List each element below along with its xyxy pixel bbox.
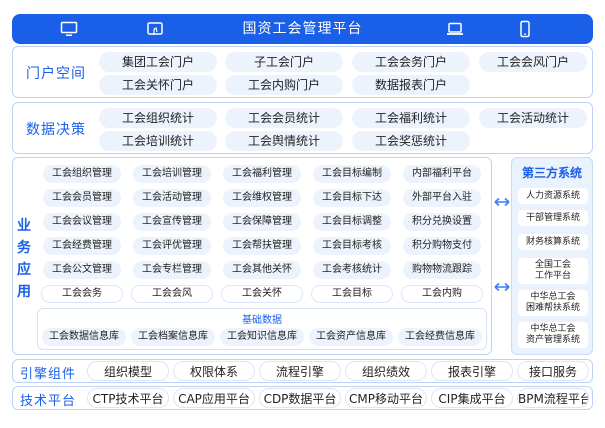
biz-publicity-mgmt[interactable]: 工会宣传管理 <box>133 213 211 231</box>
engine-label: 引擎组件 <box>20 367 77 382</box>
double-arrow-icon <box>494 197 510 207</box>
engine-api[interactable]: 接口服务 <box>517 361 589 381</box>
business-label-1: 业 <box>17 218 31 234</box>
decision-item-training[interactable]: 工会培训统计 <box>99 131 217 151</box>
decision-item-member[interactable]: 工会会员统计 <box>225 108 343 128</box>
portal-item-group[interactable]: 集团工会门户 <box>99 52 217 72</box>
laptop-icon <box>447 22 463 35</box>
third-party-title: 第三方系统 <box>521 166 582 180</box>
tech-label: 技术平台 <box>20 394 77 409</box>
page-title: 国资工会管理平台 <box>242 21 363 37</box>
biz-security-mgmt[interactable]: 工会保障管理 <box>223 213 301 231</box>
biz-goal-issue[interactable]: 工会目标下达 <box>313 189 391 207</box>
base-data-box: 基础数据 工会数据信息库 工会档案信息库 工会知识信息库 工会资产信息库 工会经… <box>37 308 487 350</box>
business-label-2: 务 <box>17 240 31 256</box>
third-hardship-aid[interactable]: 中华总工会 困难帮扶系统 <box>518 290 588 316</box>
portal-item-purchase[interactable]: 工会内购门户 <box>225 75 343 95</box>
biz-document-mgmt[interactable]: 工会公文管理 <box>43 261 121 279</box>
business-label-3: 应 <box>17 262 31 278</box>
tech-panel: 技术平台 CTP技术平台 CAP应用平台 CDP数据平台 CMP移动平台 CIP… <box>12 386 593 410</box>
portal-item-sub[interactable]: 子工会门户 <box>225 52 343 72</box>
tech-cap[interactable]: CAP应用平台 <box>173 388 255 408</box>
portal-item-report[interactable]: 数据报表门户 <box>352 75 470 95</box>
engine-report[interactable]: 报表引擎 <box>431 361 513 381</box>
tech-bpm[interactable]: BPM流程平台 <box>517 388 589 408</box>
third-national-union[interactable]: 全国工会 工作平台 <box>518 258 588 284</box>
biz-evaluation-mgmt[interactable]: 工会评优管理 <box>133 237 211 255</box>
biz-org-mgmt[interactable]: 工会组织管理 <box>43 165 121 183</box>
double-arrow-icon <box>494 282 510 292</box>
group-affairs[interactable]: 工会会务 <box>41 285 123 303</box>
third-asset-mgmt[interactable]: 中华总工会 资产管理系统 <box>518 322 588 348</box>
biz-goal-plan[interactable]: 工会目标编制 <box>313 165 391 183</box>
group-style[interactable]: 工会会风 <box>131 285 213 303</box>
engine-panel: 引擎组件 组织模型 权限体系 流程引擎 组织绩效 报表引擎 接口服务 <box>12 359 593 383</box>
portal-label: 门户空间 <box>26 66 86 82</box>
decision-item-org[interactable]: 工会组织统计 <box>99 108 217 128</box>
engine-permission[interactable]: 权限体系 <box>173 361 255 381</box>
decision-label: 数据决策 <box>26 122 86 138</box>
base-knowledge-info[interactable]: 工会知识信息库 <box>220 328 304 346</box>
biz-points-payment[interactable]: 积分购物支付 <box>403 237 481 255</box>
biz-points-setting[interactable]: 积分兑换设置 <box>403 213 481 231</box>
decision-item-activity[interactable]: 工会活动统计 <box>479 108 587 128</box>
third-finance-system[interactable]: 财务核算系统 <box>518 234 588 250</box>
group-goal[interactable]: 工会目标 <box>311 285 393 303</box>
business-label-4: 用 <box>17 284 31 300</box>
business-panel: 业 务 应 用 工会组织管理 工会培训管理 工会福利管理 工会目标编制 内部福利… <box>12 157 492 355</box>
third-hr-system[interactable]: 人力资源系统 <box>518 188 588 204</box>
biz-goal-adjust[interactable]: 工会目标调整 <box>313 213 391 231</box>
engine-workflow[interactable]: 流程引擎 <box>259 361 341 381</box>
engine-org-model[interactable]: 组织模型 <box>87 361 169 381</box>
biz-member-mgmt[interactable]: 工会会员管理 <box>43 189 121 207</box>
group-care[interactable]: 工会关怀 <box>221 285 303 303</box>
biz-fund-mgmt[interactable]: 工会经费管理 <box>43 237 121 255</box>
tech-cip[interactable]: CIP集成平台 <box>431 388 513 408</box>
base-data-title: 基础数据 <box>242 315 282 326</box>
decision-panel: 数据决策 工会组织统计 工会会员统计 工会福利统计 工会活动统计 工会培训统计 … <box>12 102 593 154</box>
biz-logistics-track[interactable]: 购物物流跟踪 <box>403 261 481 279</box>
biz-aid-mgmt[interactable]: 工会帮扶管理 <box>223 237 301 255</box>
portal-item-style[interactable]: 工会会风门户 <box>479 52 587 72</box>
base-asset-info[interactable]: 工会资产信息库 <box>309 328 393 346</box>
biz-activity-mgmt[interactable]: 工会活动管理 <box>133 189 211 207</box>
decision-item-welfare[interactable]: 工会福利统计 <box>352 108 470 128</box>
platform-header: 国资工会管理平台 <box>12 14 593 44</box>
base-data-info[interactable]: 工会数据信息库 <box>42 328 126 346</box>
biz-welfare-mgmt[interactable]: 工会福利管理 <box>223 165 301 183</box>
portal-item-care[interactable]: 工会关怀门户 <box>99 75 217 95</box>
mobile-icon <box>520 20 530 38</box>
tech-cmp[interactable]: CMP移动平台 <box>345 388 427 408</box>
biz-assess-stats[interactable]: 工会考核统计 <box>313 261 391 279</box>
tech-cdp[interactable]: CDP数据平台 <box>259 388 341 408</box>
third-party-panel: 第三方系统 人力资源系统 干部管理系统 财务核算系统 全国工会 工作平台 中华总… <box>511 157 593 355</box>
decision-item-opinion[interactable]: 工会舆情统计 <box>225 131 343 151</box>
biz-goal-assess[interactable]: 工会目标考核 <box>313 237 391 255</box>
base-archive-info[interactable]: 工会档案信息库 <box>131 328 215 346</box>
decision-item-reward[interactable]: 工会奖惩统计 <box>352 131 470 151</box>
engine-performance[interactable]: 组织绩效 <box>345 361 427 381</box>
biz-external-platform[interactable]: 外部平台入驻 <box>403 189 481 207</box>
biz-other-care[interactable]: 工会其他关怀 <box>223 261 301 279</box>
group-purchase[interactable]: 工会内购 <box>401 285 483 303</box>
biz-rights-mgmt[interactable]: 工会维权管理 <box>223 189 301 207</box>
biz-meeting-mgmt[interactable]: 工会会议管理 <box>43 213 121 231</box>
biz-column-mgmt[interactable]: 工会专栏管理 <box>133 261 211 279</box>
base-fund-info[interactable]: 工会经费信息库 <box>398 328 482 346</box>
biz-internal-welfare[interactable]: 内部福利平台 <box>403 165 481 183</box>
biz-training-mgmt[interactable]: 工会培训管理 <box>133 165 211 183</box>
portal-item-affairs[interactable]: 工会会务门户 <box>352 52 470 72</box>
tech-ctp[interactable]: CTP技术平台 <box>87 388 169 408</box>
third-cadre-system[interactable]: 干部管理系统 <box>518 210 588 226</box>
portal-panel: 门户空间 集团工会门户 子工会门户 工会会务门户 工会会风门户 工会关怀门户 工… <box>12 46 593 98</box>
